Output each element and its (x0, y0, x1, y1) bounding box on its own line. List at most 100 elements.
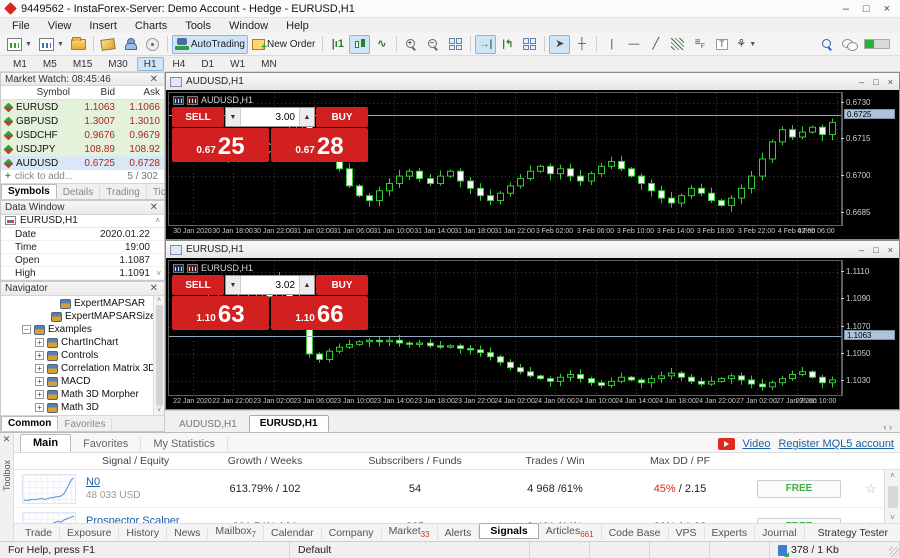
sell-price[interactable]: 1.1063 (172, 296, 269, 330)
toolbox-tab-alerts[interactable]: Alerts (438, 527, 480, 539)
signals-tab-favorites[interactable]: Favorites (71, 436, 141, 452)
sell-button[interactable]: SELL (172, 107, 224, 127)
buy-button[interactable]: BUY (316, 107, 368, 127)
scroll-down-icon[interactable]: ˅ (890, 513, 895, 522)
resize-grip[interactable] (889, 547, 899, 557)
scroll-down-icon[interactable]: ˅ (156, 269, 161, 278)
toolbox-tab-news[interactable]: News (167, 527, 208, 539)
market-watch-row-gbpusd[interactable]: GBPUSD1.30071.3010 (1, 114, 164, 128)
navigator-item[interactable]: +Math 3D (1, 401, 164, 414)
new-order-button[interactable]: New Order (249, 35, 318, 54)
market-watch-tab-symbols[interactable]: Symbols (1, 184, 57, 199)
price-axis[interactable]: 0.67300.67150.67000.66850.6725 (842, 92, 899, 226)
expand-icon[interactable]: + (35, 338, 44, 347)
navigator-item[interactable]: +MACD (1, 375, 164, 388)
favorite-star-icon[interactable]: ☆ (858, 481, 884, 497)
navigator-scrollbar[interactable]: ˄ ˅ (153, 296, 164, 415)
market-watch-close-icon[interactable]: ✕ (148, 74, 160, 85)
toolbox-tab-market[interactable]: Market33 (382, 525, 438, 539)
signal-row[interactable]: N048 033 USD613.79% / 102544 968 /61%45%… (14, 470, 900, 508)
menu-item-tools[interactable]: Tools (177, 20, 219, 32)
data-window-close-icon[interactable]: ✕ (148, 202, 160, 213)
toolbox-close-icon[interactable]: ✕ (3, 433, 11, 446)
market-watch-toggle[interactable] (98, 35, 119, 54)
timeframe-w1[interactable]: W1 (223, 57, 252, 71)
market-watch-row-usdchf[interactable]: USDCHF0.96760.9679 (1, 128, 164, 142)
navigator-tab-favorites[interactable]: Favorites (58, 418, 112, 431)
signal-row[interactable]: Prospector Scalper EA201.54% / 912653 43… (14, 508, 900, 523)
expand-icon[interactable]: + (35, 351, 44, 360)
expand-icon[interactable]: + (35, 377, 44, 386)
navigator-close-icon[interactable]: ✕ (148, 283, 160, 294)
timeframe-m5[interactable]: M5 (36, 57, 64, 71)
timeframe-d1[interactable]: D1 (194, 57, 221, 71)
close-button[interactable]: × (884, 3, 890, 15)
scroll-down-icon[interactable]: ˅ (157, 407, 161, 414)
navigator-tab-common[interactable]: Common (1, 416, 58, 431)
menu-item-file[interactable]: File (4, 20, 38, 32)
buy-button[interactable]: BUY (316, 275, 368, 295)
toolbox-tab-history[interactable]: History (119, 527, 167, 539)
timeframe-m15[interactable]: M15 (66, 57, 99, 71)
signals-scrollbar[interactable]: ˄ ˅ (884, 470, 900, 523)
maximize-button[interactable]: □ (863, 3, 870, 15)
navigator-item[interactable]: −Examples (1, 323, 164, 336)
video-link[interactable]: Video (743, 438, 771, 450)
chart-tab-audusd[interactable]: AUDUSD,H1 (169, 417, 247, 432)
trendline-button[interactable]: ╱ (645, 35, 666, 54)
navigator-toggle[interactable] (120, 35, 141, 54)
buy-price[interactable]: 0.6728 (271, 128, 368, 162)
new-window-button[interactable] (519, 35, 540, 54)
navigator-item[interactable]: +Moving Average (1, 414, 164, 415)
menu-item-charts[interactable]: Charts (127, 20, 175, 32)
sell-button[interactable]: SELL (172, 275, 224, 295)
minimize-button[interactable]: – (843, 3, 849, 15)
market-watch-tab-details[interactable]: Details (57, 186, 101, 199)
scroll-thumb[interactable] (156, 305, 163, 406)
market-watch-add-row[interactable]: + click to add... 5 / 302 (1, 170, 164, 183)
volume-down-button[interactable]: ▼ (226, 108, 241, 126)
menu-item-help[interactable]: Help (278, 20, 317, 32)
toolbox-tab-signals[interactable]: Signals (479, 523, 538, 539)
line-chart-button[interactable]: ∿ (371, 35, 392, 54)
scroll-up-icon[interactable]: ˄ (155, 216, 160, 225)
toolbox-tab-experts[interactable]: Experts (705, 527, 756, 539)
crosshair-button[interactable]: ┼ (571, 35, 592, 54)
toolbox-tab-mailbox[interactable]: Mailbox7 (208, 525, 264, 539)
chart-close-button[interactable]: × (888, 245, 893, 255)
chart-shift-button[interactable]: |↰ (497, 35, 518, 54)
navigator-item[interactable]: +Correlation Matrix 3D (1, 362, 164, 375)
volume-up-button[interactable]: ▲ (299, 276, 314, 294)
menu-item-window[interactable]: Window (221, 20, 276, 32)
chart-minimize-button[interactable]: – (859, 245, 864, 255)
favorite-star-icon[interactable]: ☆ (858, 519, 884, 524)
free-button[interactable]: FREE (757, 480, 841, 498)
timeframe-m1[interactable]: M1 (6, 57, 34, 71)
market-watch-tab-trading[interactable]: Trading (100, 186, 147, 199)
register-mql5-link[interactable]: Register MQL5 account (778, 438, 894, 450)
profiles-button[interactable]: ▼ (36, 35, 67, 54)
text-tool-button[interactable]: T (711, 35, 732, 54)
toolbox-tab-company[interactable]: Company (322, 527, 382, 539)
navigator-item[interactable]: +ChartInChart (1, 336, 164, 349)
new-chart-button[interactable]: ▼ (4, 35, 35, 54)
signals-tab-my-statistics[interactable]: My Statistics (141, 436, 228, 452)
expand-icon[interactable]: + (35, 403, 44, 412)
fibonacci-button[interactable] (667, 35, 688, 54)
chart-plot[interactable]: EURUSD,H1SELL▼3.02▲BUY1.10631.1066 (168, 260, 842, 396)
horizontal-line-button[interactable]: — (623, 35, 644, 54)
channels-button[interactable]: ≡F (689, 35, 710, 54)
price-axis[interactable]: 1.11101.10901.10701.10501.10301.1063 (842, 260, 899, 396)
collapse-icon[interactable]: − (22, 325, 31, 334)
scroll-up-icon[interactable]: ˄ (157, 297, 161, 304)
timeframe-h4[interactable]: H4 (166, 57, 193, 71)
toolbox-tab-trade[interactable]: Trade (18, 527, 60, 539)
zoom-out-button[interactable]: − (423, 35, 444, 54)
market-watch-row-audusd[interactable]: AUDUSD0.67250.6728 (1, 156, 164, 170)
sell-price[interactable]: 0.6725 (172, 128, 269, 162)
chart-maximize-button[interactable]: □ (873, 245, 878, 255)
toolbox-tab-journal[interactable]: Journal (755, 527, 804, 539)
timeframe-mn[interactable]: MN (254, 57, 284, 71)
navigator-item[interactable]: +Math 3D Morpher (1, 388, 164, 401)
toolbox-tab-calendar[interactable]: Calendar (264, 527, 322, 539)
